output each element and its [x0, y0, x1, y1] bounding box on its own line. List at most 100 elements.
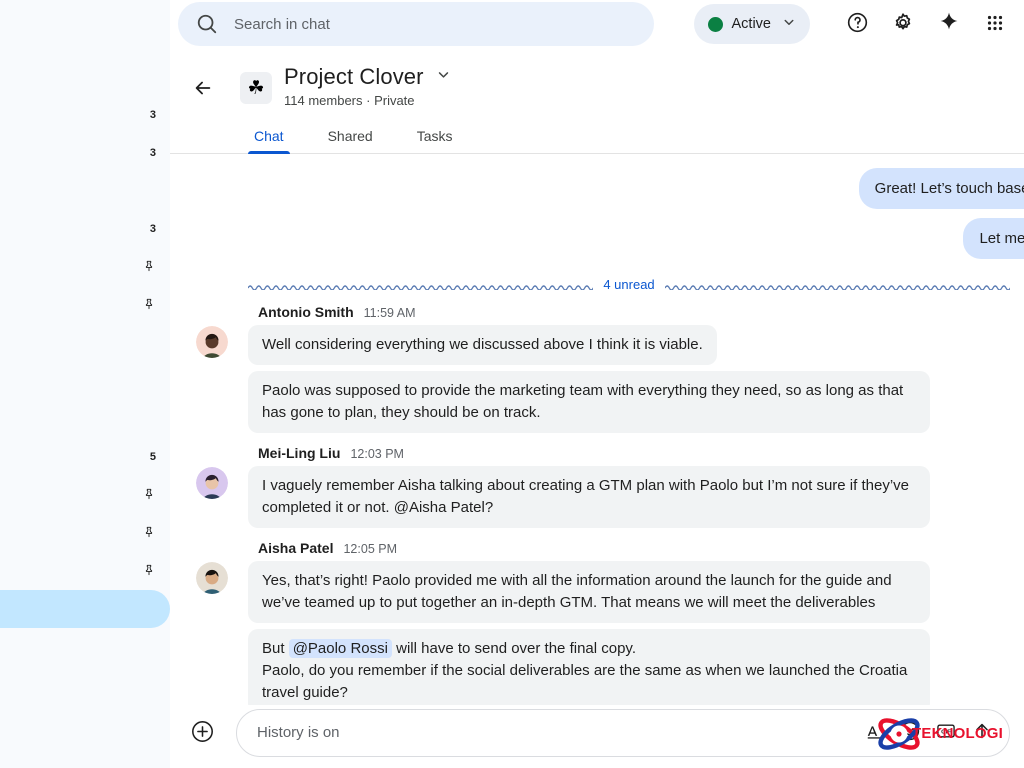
send-button[interactable]	[965, 716, 999, 750]
sidebar-item[interactable]	[0, 476, 170, 514]
message-group: Mei-Ling Liu12:03 PMI vaguely remember A…	[170, 443, 1024, 534]
wave-line-left	[248, 280, 593, 290]
sidebar-item[interactable]: r	[0, 590, 170, 628]
unread-label: 4 unread	[603, 277, 654, 292]
search-input[interactable]	[234, 16, 636, 33]
emoji-button[interactable]	[893, 716, 927, 750]
sidebar-item[interactable]: z	[0, 324, 170, 362]
message-group: Antonio Smith11:59 AMWell considering ev…	[170, 302, 1024, 439]
format-text-icon	[864, 721, 885, 745]
message-timestamp: 12:05 PM	[343, 542, 397, 556]
search-bar[interactable]	[178, 2, 654, 46]
add-attachment-button[interactable]	[184, 715, 220, 751]
sidebar-unread-badge: 3	[142, 223, 156, 235]
message-body: Mei-Ling Liu12:03 PMI vaguely remember A…	[248, 445, 1024, 534]
room-meta: Project Clover 114 members · Private	[284, 64, 453, 108]
back-button[interactable]	[186, 72, 220, 106]
sidebar-unread-badge: 3	[142, 147, 156, 159]
settings-button[interactable]	[882, 3, 924, 45]
sidebar-item[interactable]: 3	[0, 134, 170, 172]
plus-circle-icon	[190, 719, 215, 747]
clover-icon: ☘	[247, 79, 264, 98]
apps-button[interactable]	[974, 3, 1016, 45]
message-body: Aisha Patel 12:05 PM Yes, that’s right! Pa…	[248, 540, 1024, 705]
chevron-down-icon[interactable]	[434, 65, 453, 89]
sidebar-item[interactable]: 3	[0, 96, 170, 134]
sidebar-list: 33es3nz5eting Teamership Teamrnouncement…	[0, 46, 170, 666]
sidebar-item-label: z	[0, 335, 156, 351]
outgoing-message-row: Great! Let’s touch base b	[170, 168, 1024, 209]
message-timestamp: 12:03 PM	[350, 447, 404, 461]
sidebar-unread-badge: 3	[142, 109, 156, 121]
sidebar-item-label: ership Team	[0, 563, 142, 579]
sidebar-item[interactable]: n	[0, 286, 170, 324]
sidebar-item-label: n	[0, 297, 142, 313]
apps-grid-icon	[984, 12, 1006, 37]
sidebar-item[interactable]	[0, 400, 170, 438]
sidebar-item[interactable]	[0, 172, 170, 210]
pin-icon	[142, 297, 156, 313]
tab-tasks[interactable]: Tasks	[395, 128, 475, 153]
sidebar-title: Chat	[0, 0, 170, 46]
gif-button[interactable]: GIF	[929, 716, 963, 750]
tab-chat[interactable]: Chat	[232, 128, 306, 153]
message-groups: Antonio Smith11:59 AMWell considering ev…	[170, 302, 1024, 705]
message-input[interactable]	[257, 724, 857, 741]
message-sender[interactable]: Aisha Patel	[258, 540, 333, 556]
google-chat-window: Chat 33es3nz5eting Teamership Teamrnounc…	[0, 0, 1024, 768]
gemini-button[interactable]	[928, 3, 970, 45]
wave-line-right	[665, 280, 1010, 290]
message-header: Antonio Smith11:59 AM	[258, 304, 1024, 320]
message-header: Mei-Ling Liu 12:03 PM	[258, 445, 1024, 461]
status-pill[interactable]: Active	[694, 4, 811, 44]
help-icon	[846, 11, 869, 37]
sidebar-item[interactable]	[0, 58, 170, 96]
arrow-back-icon	[192, 77, 214, 102]
svg-text:GIF: GIF	[941, 729, 951, 735]
avatar[interactable]	[196, 326, 228, 358]
sidebar-item[interactable]	[0, 362, 170, 400]
send-icon	[971, 720, 993, 745]
outgoing-bubble: Great! Let’s touch base b	[859, 168, 1024, 209]
chat-header: ☘ Project Clover 114 members · Private C…	[170, 48, 1024, 154]
message-sender[interactable]: Mei-Ling Liu	[258, 445, 340, 461]
avatar[interactable]	[196, 562, 228, 594]
sidebar-item[interactable]: 5	[0, 438, 170, 476]
message-bubble: Yes, that’s right! Paolo provided me wit…	[248, 561, 930, 623]
sidebar-item[interactable]: eting Team	[0, 514, 170, 552]
message-bubble: Paolo was supposed to provide the market…	[248, 371, 930, 433]
top-bar: Active	[170, 0, 1024, 48]
sidebar-item-label: eting Team	[0, 525, 142, 541]
message-input-box[interactable]: GIF	[236, 709, 1010, 757]
format-text-button[interactable]	[857, 716, 891, 750]
message-body: Antonio Smith11:59 AMWell considering ev…	[248, 304, 1024, 439]
sparkle-icon	[937, 11, 961, 38]
pin-icon	[142, 259, 156, 275]
emoji-icon	[899, 720, 921, 745]
message-sender[interactable]: Antonio Smith	[258, 304, 354, 320]
tab-shared[interactable]: Shared	[306, 128, 395, 153]
mention-chip[interactable]: @Paolo Rossi	[289, 639, 392, 658]
gif-icon: GIF	[935, 720, 957, 745]
message-list[interactable]: Great! Let’s touch base b Let me know i …	[170, 154, 1024, 705]
message-group: Aisha Patel 12:05 PM Yes, that’s right! Pa…	[170, 538, 1024, 705]
message-composer: GIF	[170, 705, 1024, 768]
room-avatar: ☘	[240, 72, 272, 104]
sidebar-item[interactable]: ership Team	[0, 552, 170, 590]
avatar[interactable]	[196, 467, 228, 499]
sidebar-item[interactable]: es3	[0, 210, 170, 248]
pin-icon	[142, 563, 156, 579]
message-header: Aisha Patel 12:05 PM	[258, 540, 1024, 556]
outgoing-message-row: Let me know i	[170, 218, 1024, 259]
sidebar-item[interactable]	[0, 248, 170, 286]
sidebar-item[interactable]: nouncements	[0, 628, 170, 666]
help-button[interactable]	[836, 3, 878, 45]
chevron-down-icon	[780, 13, 798, 36]
sidebar-unread-badge: 5	[142, 451, 156, 463]
gear-icon	[891, 11, 915, 38]
sidebar-item-label: r	[0, 601, 156, 617]
unread-divider: 4 unread	[248, 277, 1010, 292]
pin-icon	[142, 487, 156, 503]
pin-icon	[142, 525, 156, 541]
status-dot-icon	[708, 17, 723, 32]
